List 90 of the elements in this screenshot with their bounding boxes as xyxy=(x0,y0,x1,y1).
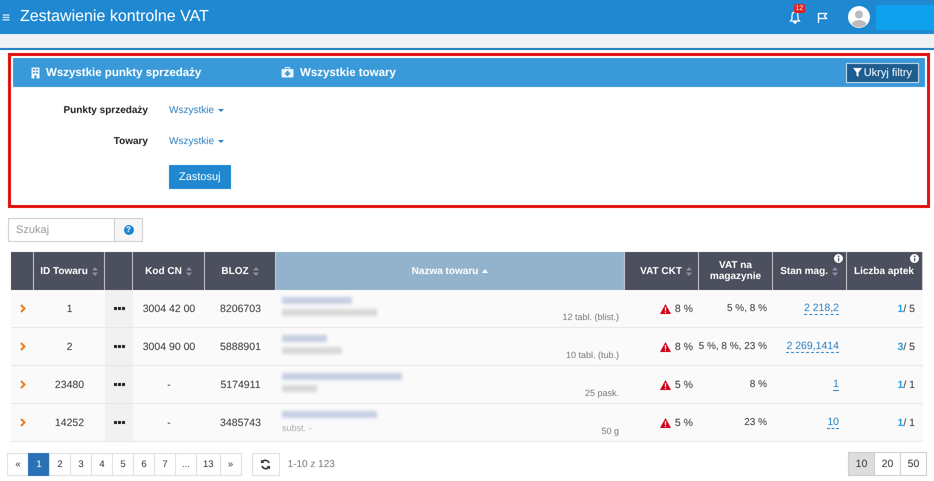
help-icon: ? xyxy=(124,225,134,235)
table-cell: - xyxy=(167,416,171,428)
field-label: Punkty sprzedaży xyxy=(62,105,148,116)
table-cell: 8 % xyxy=(674,340,693,352)
table-cell: - xyxy=(167,378,171,390)
table-cell: 2 xyxy=(66,340,72,352)
column-header[interactable] xyxy=(11,252,34,290)
hide-filters-button[interactable]: Ukryj filtry xyxy=(846,62,919,82)
table-cell: 5 %, 8 %, 23 % xyxy=(698,341,767,352)
page-button[interactable]: 4 xyxy=(91,452,113,476)
table-cell: 23 % xyxy=(744,417,767,428)
page-button[interactable]: 7 xyxy=(154,452,176,476)
stock-link[interactable]: 10 xyxy=(827,416,839,429)
pharmacy-count: 1/ 5 xyxy=(897,302,915,314)
previous-page-button[interactable]: « xyxy=(7,452,29,476)
refresh-button[interactable] xyxy=(252,452,280,476)
column-header[interactable]: VAT na magazynie xyxy=(699,252,773,290)
table-cell: 8206703 xyxy=(220,302,261,314)
bell-icon[interactable] xyxy=(789,10,801,24)
filter-icon xyxy=(852,68,862,77)
chevron-right-icon[interactable] xyxy=(20,304,26,313)
next-page-button[interactable]: » xyxy=(220,452,242,476)
table-cell: 3004 42 00 xyxy=(142,302,196,314)
dropdown[interactable]: Wszystkie xyxy=(169,105,224,116)
more-icon[interactable] xyxy=(114,421,124,424)
table-cell: 3485743 xyxy=(220,416,261,428)
chevron-right-icon[interactable] xyxy=(20,342,26,351)
dropdown[interactable]: Wszystkie xyxy=(169,136,224,147)
package-size: 12 tabl. (blist.) xyxy=(562,312,619,322)
table-cell: 5888901 xyxy=(220,340,261,352)
page-size-button[interactable]: 50 xyxy=(900,452,927,476)
package-size: 50 g xyxy=(601,426,619,436)
column-header[interactable]: VAT CKT xyxy=(625,252,699,290)
page-size-button[interactable]: 10 xyxy=(848,452,875,476)
blurred-text xyxy=(282,335,327,342)
range-text: 1-10 z 123 xyxy=(288,458,335,470)
column-header[interactable]: Kod CN xyxy=(133,252,205,290)
table-cell: 8 % xyxy=(750,379,767,390)
package-size: 25 pask. xyxy=(584,388,619,398)
table-cell: 14252 xyxy=(54,416,84,428)
pharmacy-count: 1/ 1 xyxy=(897,416,915,428)
package-size: 10 tabl. (tub.) xyxy=(566,350,619,360)
page-size-button[interactable]: 20 xyxy=(874,452,901,476)
page-button[interactable]: ... xyxy=(175,452,197,476)
chevron-right-icon[interactable] xyxy=(20,380,26,389)
help-button[interactable]: ? xyxy=(115,218,143,242)
table-cell: 5 % xyxy=(674,416,693,428)
stock-link[interactable]: 2 269,1414 xyxy=(786,340,839,353)
page-title: Zestawienie kontrolne VAT xyxy=(20,8,209,26)
table-cell: 5 %, 8 % xyxy=(726,303,767,314)
blurred-text xyxy=(282,297,352,304)
apply-button[interactable]: Zastosuj xyxy=(169,165,231,189)
stock-link[interactable]: 2 218,2 xyxy=(804,302,839,315)
more-icon[interactable] xyxy=(114,383,124,386)
page-button[interactable]: 1 xyxy=(28,452,50,476)
caret-icon xyxy=(218,140,224,143)
blurred-text xyxy=(282,385,317,392)
pharmacy-count: 1/ 1 xyxy=(897,378,915,390)
page-button[interactable]: 13 xyxy=(196,452,221,476)
table-cell: 5 % xyxy=(674,378,693,390)
search-field[interactable]: Szukaj xyxy=(8,218,115,242)
column-header[interactable]: BLOZ xyxy=(205,252,276,290)
refresh-icon xyxy=(260,458,272,470)
pharmacy-count: 3/ 5 xyxy=(897,340,915,352)
menu-icon[interactable]: ≡ xyxy=(2,9,14,25)
column-header[interactable]: ID Towaru xyxy=(34,252,105,290)
page-button[interactable]: 6 xyxy=(133,452,155,476)
column-header[interactable]: Liczba aptek xyxy=(847,252,923,290)
flag-icon[interactable] xyxy=(817,12,828,22)
page-button[interactable]: 2 xyxy=(49,452,71,476)
blurred-text xyxy=(282,347,342,354)
substitute-text: subst. - xyxy=(282,423,313,433)
field-label: Towary xyxy=(112,136,148,147)
table-cell: 5174911 xyxy=(220,378,261,390)
table-cell: 8 % xyxy=(674,302,693,314)
table-cell: 1 xyxy=(66,302,72,314)
medical-case-icon xyxy=(281,67,294,78)
table-cell: 3004 90 00 xyxy=(142,340,196,352)
chevron-right-icon[interactable] xyxy=(20,418,26,427)
building-icon xyxy=(31,66,40,78)
more-icon[interactable] xyxy=(114,345,124,348)
page-button[interactable]: 5 xyxy=(112,452,134,476)
more-icon[interactable] xyxy=(114,307,124,310)
column-header[interactable] xyxy=(105,252,133,290)
page-button[interactable]: 3 xyxy=(70,452,92,476)
column-header[interactable]: Stan mag. xyxy=(773,252,847,290)
stock-link[interactable]: 1 xyxy=(833,378,839,391)
avatar-icon[interactable] xyxy=(848,6,870,28)
caret-icon xyxy=(218,109,224,112)
table-cell: 23480 xyxy=(54,378,84,390)
